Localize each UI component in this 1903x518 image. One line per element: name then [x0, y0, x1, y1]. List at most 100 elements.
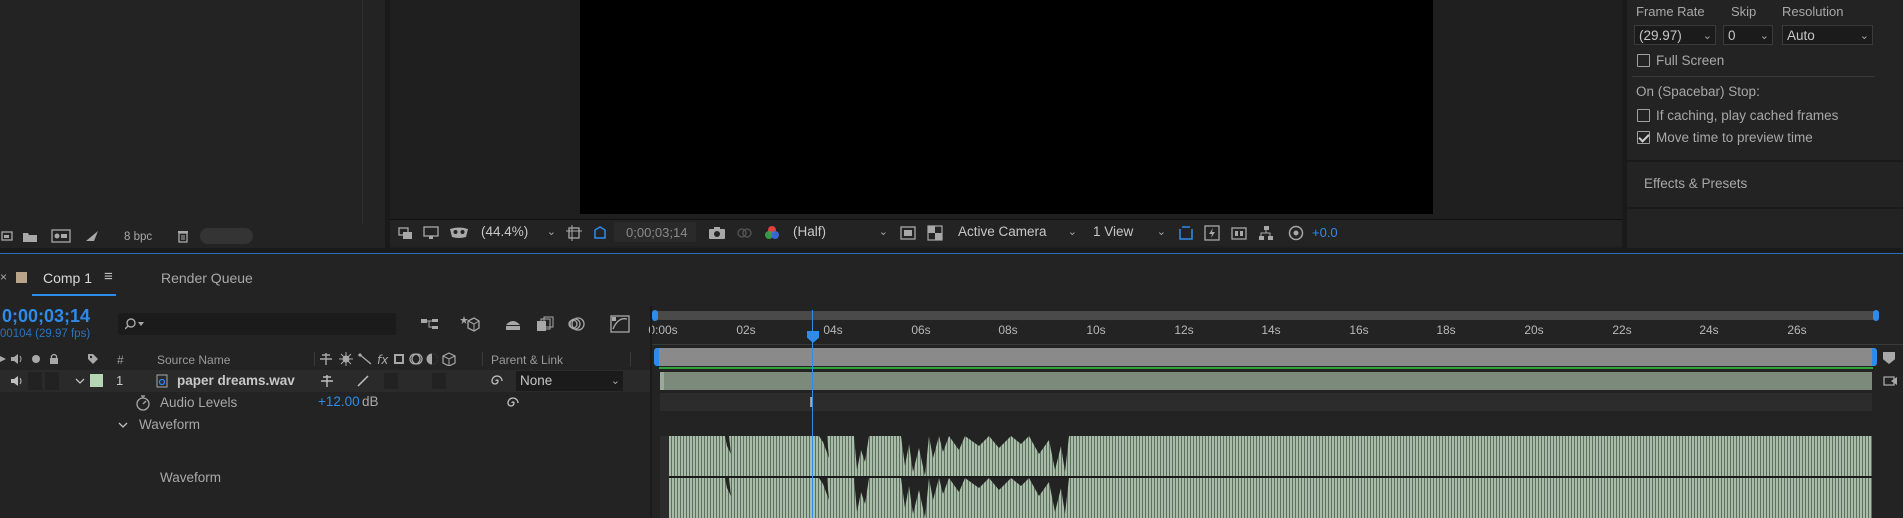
motion-blur-icon[interactable]: [566, 313, 588, 335]
transparency-grid-icon[interactable]: [925, 223, 945, 243]
shy-layers-icon[interactable]: [502, 313, 524, 335]
audio-levels-label: Audio Levels: [160, 395, 238, 410]
layer-number: 1: [116, 373, 124, 388]
ruler-tick-label: 0:00s: [648, 323, 678, 337]
layer-bar-end-cap[interactable]: [1872, 348, 1877, 366]
layer-quality-switch-icon[interactable]: [354, 372, 372, 390]
waveform-group-chevron-icon[interactable]: [117, 416, 129, 434]
layer-source-name[interactable]: paper dreams.wav: [177, 373, 295, 388]
layer-search-input[interactable]: [118, 313, 396, 335]
comp-label-color: [16, 272, 27, 283]
reset-exposure-icon[interactable]: [1286, 223, 1306, 243]
solo-box[interactable]: [28, 372, 42, 390]
preview-divider-3: [1627, 207, 1903, 209]
search-icon: [124, 315, 146, 333]
tab-comp-1[interactable]: Comp 1: [43, 270, 92, 286]
layer-duration-bar[interactable]: [660, 372, 1872, 390]
grid-guides-icon[interactable]: [564, 223, 584, 243]
viewer-timecode: 0;00;03;14: [626, 225, 688, 240]
preview-resolution-value: Auto: [1787, 28, 1815, 43]
header-number: #: [117, 353, 124, 367]
always-preview-icon[interactable]: [396, 223, 416, 243]
project-scrollbar[interactable]: [200, 228, 253, 244]
expand-layer-chevron-icon[interactable]: [74, 372, 86, 390]
audio-waveform: [669, 436, 1872, 518]
ruler-tick-label: 08s: [998, 323, 1018, 337]
timeline-split-divider[interactable]: [650, 306, 652, 518]
flowchart-icon[interactable]: [1256, 223, 1276, 243]
layer-switch-box[interactable]: [384, 373, 398, 389]
graph-editor-icon[interactable]: [608, 313, 632, 335]
tab-menu-icon[interactable]: ≡: [104, 268, 113, 285]
chevron-down-icon: ⌄: [1859, 30, 1869, 42]
bpc-label[interactable]: 8 bpc: [124, 231, 152, 243]
layer-label-color[interactable]: [90, 374, 103, 387]
region-of-interest-icon[interactable]: [898, 223, 918, 243]
waveform-property-label: Waveform: [160, 470, 222, 485]
new-composition-icon[interactable]: [50, 226, 72, 246]
pick-whip-icon[interactable]: [488, 372, 506, 390]
mask-visibility-icon[interactable]: [448, 223, 470, 243]
work-area-end-handle[interactable]: [1873, 310, 1879, 321]
draft-3d-icon[interactable]: [458, 313, 482, 335]
header-lock-icon: [47, 351, 61, 367]
magnification-dropdown[interactable]: (44.4%) ⌄: [477, 222, 559, 242]
stopwatch-icon[interactable]: [134, 393, 152, 413]
audio-levels-value[interactable]: +12.00: [318, 394, 360, 409]
parent-dropdown[interactable]: None ⌄: [516, 371, 623, 391]
trash-icon[interactable]: [174, 226, 192, 246]
preview-resolution-dropdown[interactable]: Auto ⌄: [1782, 25, 1873, 45]
channel-rgb-icon[interactable]: [762, 223, 782, 243]
header-parent-link[interactable]: Parent & Link: [491, 353, 563, 367]
timeline-icon[interactable]: [1229, 223, 1249, 243]
lock-box[interactable]: [45, 372, 59, 390]
header-source-name[interactable]: Source Name: [157, 353, 230, 367]
frame-rate-label: Frame Rate: [1636, 4, 1705, 19]
work-area-green-line: [659, 367, 1873, 369]
ruler-tick-label: 10s: [1086, 323, 1106, 337]
interpret-footage-icon[interactable]: [0, 226, 14, 246]
snapshot-camera-icon[interactable]: [706, 223, 728, 243]
new-folder-icon[interactable]: [20, 226, 40, 246]
move-time-checkbox[interactable]: [1637, 131, 1650, 144]
skip-value: 0: [1728, 28, 1736, 43]
toggle-mask-outline-icon[interactable]: [590, 223, 610, 243]
camera-dropdown[interactable]: Active Camera ⌄: [954, 222, 1080, 242]
cache-checkbox[interactable]: [1637, 109, 1650, 122]
ruler-tick-label: 22s: [1612, 323, 1632, 337]
active-tab-underline: [32, 294, 116, 296]
preview-divider-2: [1627, 160, 1903, 162]
composition-canvas[interactable]: [580, 0, 1433, 214]
close-tab-icon[interactable]: ×: [0, 270, 7, 284]
audio-enabled-icon[interactable]: [9, 372, 25, 390]
waveform-group-label[interactable]: Waveform: [139, 417, 200, 432]
show-snapshot-icon[interactable]: [734, 223, 754, 243]
layer-bar-track-header[interactable]: [655, 348, 1876, 366]
chevron-down-icon: ⌄: [610, 375, 620, 387]
layer-bar-start-cap[interactable]: [654, 348, 659, 366]
view-layout-dropdown[interactable]: 1 View ⌄: [1089, 222, 1169, 242]
exposure-value[interactable]: +0.0: [1312, 225, 1338, 240]
header-solo-icon: [32, 355, 40, 363]
composition-mini-flowchart-icon[interactable]: [418, 313, 442, 335]
full-screen-checkbox[interactable]: [1637, 54, 1650, 67]
resolution-dropdown[interactable]: (Half) ⌄: [789, 222, 891, 242]
chevron-down-icon: ⌄: [878, 226, 888, 238]
fast-previews-icon[interactable]: [1202, 223, 1222, 243]
layer-shy-switch-icon[interactable]: [318, 372, 336, 390]
monitor-icon[interactable]: [421, 223, 441, 243]
skip-label: Skip: [1731, 4, 1757, 19]
effects-presets-tab[interactable]: Effects & Presets: [1644, 176, 1747, 191]
toggle-pixel-aspect-icon[interactable]: [1176, 223, 1196, 243]
adjust-project-settings-icon[interactable]: [82, 226, 102, 246]
layer-end-marker-icon[interactable]: [1880, 372, 1900, 390]
tab-render-queue[interactable]: Render Queue: [161, 270, 253, 286]
work-area-start-handle[interactable]: [652, 310, 658, 321]
frame-rate-dropdown[interactable]: (29.97) ⌄: [1634, 25, 1716, 45]
expression-pick-whip-icon[interactable]: [504, 393, 522, 413]
current-time-display[interactable]: 0;00;03;14: [2, 306, 90, 327]
frame-blending-icon[interactable]: [534, 313, 556, 335]
skip-dropdown[interactable]: 0 ⌄: [1723, 25, 1773, 45]
layer-switch-box[interactable]: [432, 373, 446, 389]
work-area-bar[interactable]: [655, 311, 1876, 320]
